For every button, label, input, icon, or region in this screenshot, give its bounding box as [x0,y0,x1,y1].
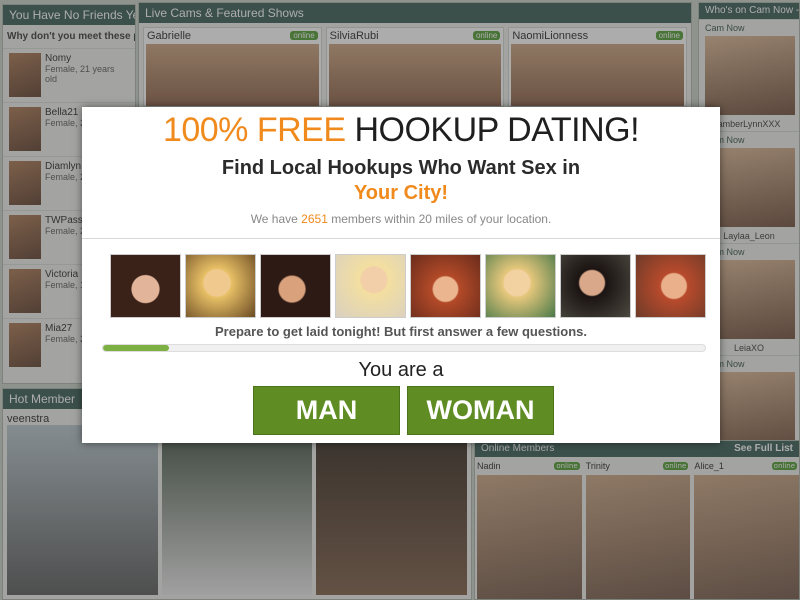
profile-photo [335,254,406,318]
stats-prefix: We have [250,212,302,226]
modal-subhead-city: Your City! [353,182,449,204]
profile-photo [260,254,331,318]
profile-photo-strip [110,254,706,318]
profile-photo [185,254,256,318]
prepare-text: Prepare to get laid tonight! But first a… [215,324,587,339]
profile-photo [635,254,706,318]
man-button[interactable]: MAN [253,386,400,435]
modal-subhead: Find Local Hookups Who Want Sex in [221,157,581,179]
headline-hookup-dating: HOOKUP DATING! [345,111,640,149]
modal-divider [82,238,720,239]
gender-question: You are a [358,359,444,381]
member-stats: We have 2651 members within 20 miles of … [82,212,720,226]
profile-photo [560,254,631,318]
stats-suffix: members within 20 miles of your location… [327,212,552,226]
modal-headline: 100% FREE HOOKUP DATING! [82,111,720,150]
member-count: 2651 [301,212,328,226]
signup-modal: 100% FREE HOOKUP DATING! Find Local Hook… [82,107,720,443]
profile-photo [110,254,181,318]
profile-photo [410,254,481,318]
woman-button[interactable]: WOMAN [407,386,554,435]
quiz-progress-fill [103,345,170,351]
profile-photo [485,254,556,318]
headline-free: 100% FREE [162,111,346,149]
quiz-progress-bar [102,344,706,352]
